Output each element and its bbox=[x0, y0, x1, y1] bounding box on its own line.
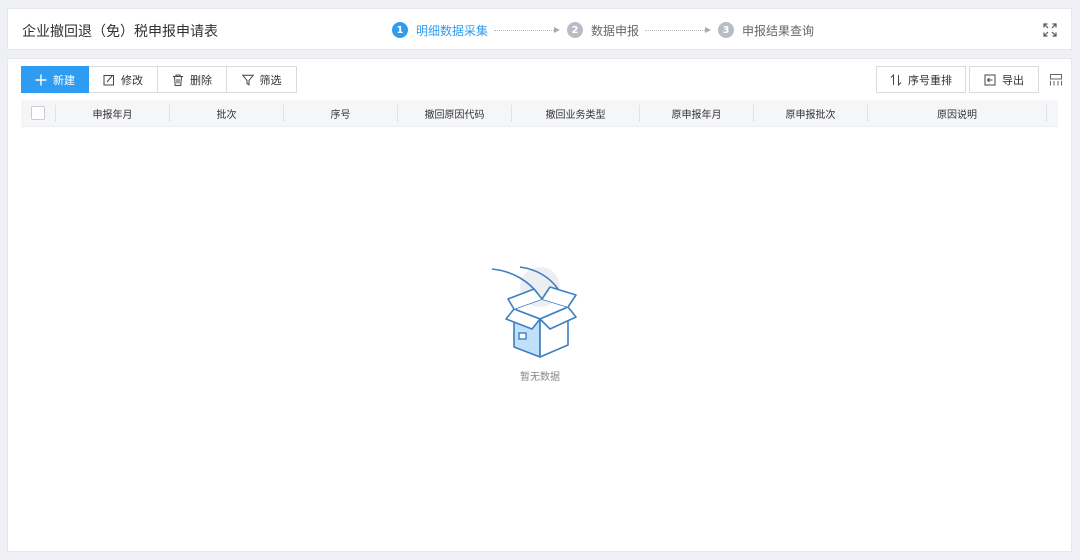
column-header[interactable]: 批次 bbox=[170, 104, 284, 122]
toolbar-right: 序号重排 导出 bbox=[876, 66, 1062, 93]
empty-state: 暂无数据 bbox=[478, 259, 602, 383]
export-icon bbox=[984, 74, 996, 85]
step-3[interactable]: 3 申报结果查询 bbox=[718, 22, 814, 39]
column-header[interactable]: 序号 bbox=[284, 104, 398, 122]
step-number: 3 bbox=[718, 22, 735, 38]
page-title: 企业撤回退（免）税申报申请表 bbox=[22, 24, 218, 40]
empty-state-text: 暂无数据 bbox=[520, 372, 560, 383]
step-label: 申报结果查询 bbox=[742, 23, 815, 38]
step-indicator: 1 明细数据采集 2 数据申报 3 申报结果查询 bbox=[392, 20, 814, 40]
select-all-cell bbox=[21, 104, 56, 122]
step-connector bbox=[494, 27, 561, 33]
filter-button[interactable]: 筛选 bbox=[227, 66, 297, 93]
step-label: 明细数据采集 bbox=[416, 23, 489, 38]
expand-icon[interactable] bbox=[1043, 23, 1057, 37]
column-settings-icon[interactable] bbox=[1050, 73, 1062, 86]
page-header: 企业撤回退（免）税申报申请表 1 明细数据采集 2 数据申报 3 申报结果查询 bbox=[7, 8, 1072, 50]
sort-icon bbox=[890, 73, 902, 86]
plus-icon bbox=[35, 74, 47, 85]
column-header[interactable]: 撤回业务类型 bbox=[512, 104, 640, 122]
step-number: 2 bbox=[567, 22, 584, 38]
main-panel: 新建 修改 删除 筛选 序号重排 导出 申报年月 批次 序号 撤回原因代码 撤回… bbox=[7, 58, 1072, 552]
filter-icon bbox=[241, 74, 254, 86]
toolbar: 新建 修改 删除 筛选 bbox=[21, 66, 297, 93]
reorder-button[interactable]: 序号重排 bbox=[876, 66, 966, 93]
trash-icon bbox=[173, 74, 183, 86]
column-header[interactable]: 原申报年月 bbox=[640, 104, 754, 122]
step-label: 数据申报 bbox=[591, 23, 640, 38]
new-button-label: 新建 bbox=[53, 73, 75, 87]
column-header[interactable]: 申报年月 bbox=[56, 104, 170, 122]
step-number: 1 bbox=[392, 22, 408, 38]
step-2[interactable]: 2 数据申报 bbox=[567, 22, 639, 39]
delete-button-label: 删除 bbox=[190, 73, 212, 87]
filter-button-label: 筛选 bbox=[259, 73, 282, 87]
select-all-checkbox[interactable] bbox=[31, 106, 45, 120]
export-button[interactable]: 导出 bbox=[969, 66, 1039, 93]
reorder-button-label: 序号重排 bbox=[908, 73, 952, 87]
export-button-label: 导出 bbox=[1002, 73, 1024, 87]
column-header[interactable]: 原因说明 bbox=[868, 104, 1047, 122]
step-1[interactable]: 1 明细数据采集 bbox=[392, 22, 488, 39]
column-header[interactable]: 撤回原因代码 bbox=[398, 104, 512, 122]
edit-button-label: 修改 bbox=[121, 73, 143, 87]
new-button[interactable]: 新建 bbox=[21, 66, 89, 93]
column-header[interactable]: 原申报批次 bbox=[754, 104, 868, 122]
table-header: 申报年月 批次 序号 撤回原因代码 撤回业务类型 原申报年月 原申报批次 原因说… bbox=[21, 100, 1058, 127]
edit-button[interactable]: 修改 bbox=[89, 66, 158, 93]
empty-box-icon bbox=[491, 266, 577, 358]
delete-button[interactable]: 删除 bbox=[158, 66, 227, 93]
step-connector bbox=[645, 27, 712, 33]
edit-icon bbox=[103, 74, 114, 85]
